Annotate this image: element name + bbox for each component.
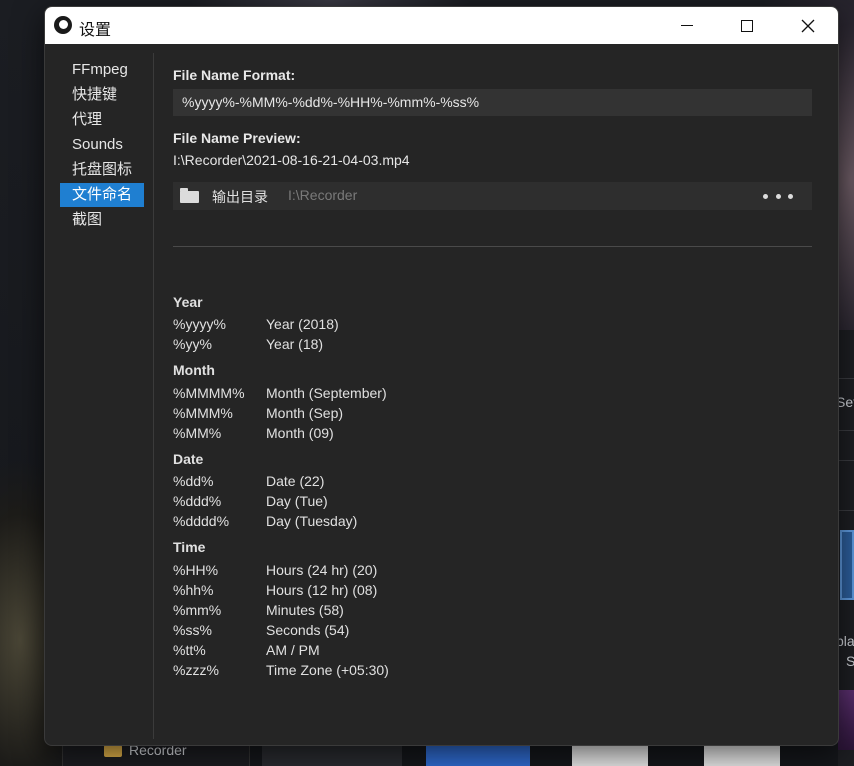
legend-code: %yyyy%: [173, 316, 226, 332]
background-divider: [838, 510, 854, 511]
legend-code: %dd%: [173, 473, 214, 489]
legend-desc: Minutes (58): [266, 602, 344, 618]
window-title: 设置: [79, 22, 112, 39]
settings-sidebar: FFmpeg 快捷键 代理 Sounds 托盘图标 文件命名 截图: [45, 44, 153, 745]
more-horizontal-icon: [763, 193, 768, 199]
format-label: File Name Format:: [173, 67, 296, 83]
preview-label: File Name Preview:: [173, 130, 301, 146]
settings-window: 设置 FFmpeg 快捷键 代理 Sounds 托盘图标 文件命名 截图 Fil…: [44, 6, 839, 746]
legend-code: %MMMM%: [173, 385, 245, 401]
sidebar-item-proxy[interactable]: 代理: [60, 108, 144, 132]
legend-desc: Time Zone (+05:30): [266, 662, 389, 678]
minimize-icon: [681, 25, 693, 26]
legend-heading-year: Year: [173, 294, 203, 310]
sidebar-item-ffmpeg[interactable]: FFmpeg: [60, 58, 144, 82]
minimize-button[interactable]: [664, 7, 710, 44]
background-divider: [838, 460, 854, 461]
legend-code: %ddd%: [173, 493, 222, 509]
close-button[interactable]: [785, 7, 831, 44]
sidebar-item-hotkeys[interactable]: 快捷键: [60, 83, 144, 107]
legend-code: %hh%: [173, 582, 214, 598]
background-thumbnail: [838, 690, 854, 750]
legend-code: %MM%: [173, 425, 222, 441]
legend-code: %tt%: [173, 642, 206, 658]
folder-icon: [104, 745, 122, 757]
background-thumbnail: [262, 746, 402, 766]
folder-icon: [180, 188, 199, 203]
legend-code: %zzz%: [173, 662, 219, 678]
legend-code: %mm%: [173, 602, 222, 618]
legend-desc: Year (18): [266, 336, 324, 352]
file-name-format-input[interactable]: %yyyy%-%MM%-%dd%-%HH%-%mm%-%ss%: [173, 89, 812, 116]
legend-desc: Day (Tuesday): [266, 513, 358, 529]
legend-desc: Year (2018): [266, 316, 339, 332]
legend-heading-month: Month: [173, 362, 215, 378]
background-text: S: [846, 653, 854, 669]
sidebar-item-screenshot[interactable]: 截图: [60, 208, 144, 232]
legend-desc: Seconds (54): [266, 622, 350, 638]
background-thumbnail: [704, 746, 780, 766]
legend-code: %HH%: [173, 562, 219, 578]
app-icon: [54, 16, 72, 34]
legend-code: %ss%: [173, 622, 212, 638]
background-thumbnail: [426, 746, 530, 766]
legend-code: %MMM%: [173, 405, 233, 421]
sidebar-item-file-naming[interactable]: 文件命名: [60, 183, 144, 207]
legend-desc: Month (09): [266, 425, 334, 441]
sidebar-item-sounds[interactable]: Sounds: [60, 133, 144, 157]
legend-heading-time: Time: [173, 539, 206, 555]
browse-button[interactable]: [763, 185, 793, 207]
close-icon: [801, 19, 815, 32]
legend-desc: Hours (12 hr) (08): [266, 582, 378, 598]
legend-desc: Date (22): [266, 473, 325, 489]
legend-code: %yy%: [173, 336, 212, 352]
sidebar-divider: [153, 53, 154, 739]
file-name-preview: I:\Recorder\2021-08-16-21-04-03.mp4: [173, 152, 410, 168]
output-directory-row[interactable]: 输出目录 I:\Recorder: [173, 182, 812, 210]
legend-desc: Month (September): [266, 385, 387, 401]
maximize-button[interactable]: [724, 7, 770, 44]
legend-desc: Day (Tue): [266, 493, 328, 509]
legend-desc: Month (Sep): [266, 405, 344, 421]
maximize-icon: [741, 19, 753, 32]
output-directory-label: 输出目录: [212, 189, 268, 205]
content-divider: [173, 246, 812, 247]
background-divider: [838, 430, 854, 431]
background-thumbnail: [840, 530, 854, 600]
title-bar[interactable]: 设置: [45, 7, 838, 44]
legend-code: %dddd%: [173, 513, 230, 529]
legend-desc: Hours (24 hr) (20): [266, 562, 378, 578]
legend-desc: AM / PM: [266, 642, 320, 658]
background-divider: [838, 378, 854, 379]
sidebar-item-tray-icon[interactable]: 托盘图标: [60, 158, 144, 182]
legend-heading-date: Date: [173, 451, 204, 467]
background-thumbnail: [572, 746, 648, 766]
output-directory-path: I:\Recorder: [288, 187, 358, 203]
